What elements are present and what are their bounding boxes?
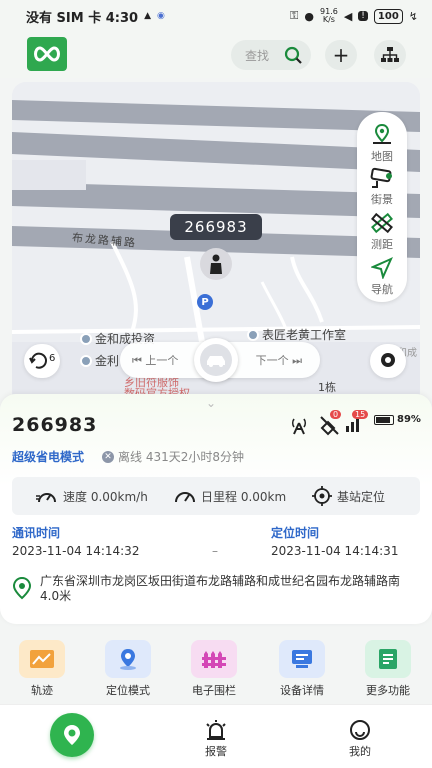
- comm-time-value: 2023-11-04 14:14:32: [12, 544, 140, 558]
- function-grid: 轨迹 定位模式 电子围栏 设备详情 更多功能: [0, 640, 432, 704]
- wifi-icon: ◀: [343, 9, 353, 23]
- device-id: 266983: [12, 414, 98, 436]
- time-separator: –: [212, 544, 218, 558]
- device-switcher: ⏮ 上一个 下一个 ⏭: [120, 338, 320, 382]
- map-pin-icon: [373, 123, 391, 144]
- gauge-icon: [175, 492, 195, 503]
- offline-status: ✕ 离线 431天2小时8分钟: [102, 448, 244, 465]
- battery-icon: [374, 414, 394, 425]
- device-marker[interactable]: [200, 248, 232, 280]
- loc-time-value: 2023-11-04 14:14:31: [271, 544, 399, 558]
- func-location-mode[interactable]: 定位模式: [88, 640, 168, 698]
- next-device-button[interactable]: 下一个 ⏭: [256, 352, 302, 368]
- app-notification-icon: ◉: [156, 11, 165, 21]
- mileage-stat: 日里程 0.00km: [174, 487, 286, 505]
- stats-bar: 速度 0.00km/h 日里程 0.00km 基站定位: [12, 477, 420, 515]
- prev-device-button[interactable]: ⏮ 上一个: [132, 352, 178, 368]
- comm-time-label: 通讯时间: [12, 526, 61, 540]
- antenna-icon: [288, 414, 310, 436]
- func-more[interactable]: 更多功能: [348, 640, 428, 698]
- ruler-icon: [371, 212, 393, 234]
- carrier-time: 没有 SIM 卡 4:30: [26, 10, 139, 26]
- poi-label: 金利: [80, 352, 119, 369]
- search-placeholder: 查找: [245, 48, 270, 63]
- address-text: 广东省深圳市龙岗区坂田街道布龙路辅路和成世纪名园布龙路辅路南4.0米: [40, 574, 401, 603]
- navigate-icon: [371, 257, 393, 279]
- plus-icon: +: [332, 43, 350, 67]
- poi-label: 1栋: [318, 381, 336, 394]
- bottom-nav: 报警 我的: [0, 704, 432, 768]
- crosshair-icon: [312, 486, 332, 506]
- top-bar: 查找 +: [0, 32, 432, 78]
- vehicle-circle: [200, 344, 232, 376]
- location-button[interactable]: [370, 344, 406, 378]
- refresh-seconds: 6: [49, 353, 56, 364]
- location-mode-icon: [105, 640, 151, 678]
- skip-back-icon: ⏮: [132, 354, 142, 367]
- speed-stat: 速度 0.00km/h: [36, 487, 148, 505]
- refresh-countdown-button[interactable]: 6: [24, 344, 60, 378]
- device-tree-button[interactable]: [374, 40, 406, 70]
- tool-measure[interactable]: 测距: [357, 212, 407, 252]
- notification-icon: ▲: [144, 11, 151, 21]
- device-info-card: ⌄ 266983 0 15 89% 超级省电模式 ✕ 离线 431天2小时8分钟: [0, 394, 432, 624]
- car-icon: [207, 356, 225, 367]
- more-icon: [365, 640, 411, 678]
- poi-pin-icon: [80, 332, 92, 345]
- vehicle-button[interactable]: [194, 338, 238, 382]
- poi-pin-icon: [247, 328, 259, 341]
- status-bar: 没有 SIM 卡 4:30 ▲ ◉ ⚿ ● 91.6 K/s ◀ ! 100 ↯: [0, 0, 432, 32]
- street-view-icon: [370, 167, 392, 188]
- device-detail-icon: [279, 640, 325, 678]
- device-tag[interactable]: 266983: [170, 214, 262, 240]
- location-dot-icon: [381, 353, 395, 367]
- address-pin-icon: [12, 576, 32, 600]
- collapse-chevron-icon[interactable]: ⌄: [206, 396, 216, 410]
- fence-icon: [191, 640, 237, 678]
- positioning-stat: 基站定位: [312, 486, 385, 506]
- location-pin-icon: [64, 725, 80, 745]
- func-track[interactable]: 轨迹: [2, 640, 82, 698]
- parking-badge: P: [197, 294, 213, 310]
- search-icon[interactable]: [283, 45, 303, 65]
- tool-navigate[interactable]: 导航: [357, 257, 407, 297]
- search-box[interactable]: 查找: [231, 40, 311, 70]
- poi-pin-icon: [80, 354, 92, 367]
- track-icon: [19, 640, 65, 678]
- smiley-icon: [350, 720, 370, 740]
- func-device-detail[interactable]: 设备详情: [262, 640, 342, 698]
- map-tools-panel: 地图 街景 测距 导航: [357, 112, 407, 302]
- address-row[interactable]: 广东省深圳市龙岗区坂田街道布龙路辅路和成世纪名园布龙路辅路南4.0米: [12, 574, 412, 604]
- skip-forward-icon: ⏭: [292, 354, 302, 367]
- infinity-icon: [34, 46, 60, 62]
- battery-indicator: 100: [373, 8, 403, 24]
- location-status-icon: ●: [304, 9, 315, 23]
- charging-icon: ↯: [408, 9, 418, 23]
- loc-time-label: 定位时间: [271, 526, 320, 540]
- key-icon: ⚿: [290, 9, 299, 22]
- func-geofence[interactable]: 电子围栏: [174, 640, 254, 698]
- network-speed: 91.6 K/s: [320, 7, 338, 24]
- alarm-icon: [206, 720, 226, 740]
- speedometer-icon: [36, 493, 56, 503]
- device-battery: 89%: [374, 414, 421, 425]
- alert-icon: !: [358, 11, 368, 21]
- satellite-badge: 0: [330, 410, 342, 419]
- cell-badge: 15: [352, 410, 369, 419]
- poi-label: 表匠老黄工作室: [247, 326, 346, 343]
- tab-mine[interactable]: 我的: [330, 719, 390, 759]
- satellite-status-icon: 0: [318, 410, 342, 436]
- tab-alarm[interactable]: 报警: [186, 719, 246, 759]
- cell-signal-icon: 15: [346, 410, 369, 432]
- add-button[interactable]: +: [325, 40, 357, 70]
- tool-street-view[interactable]: 街景: [357, 167, 407, 207]
- person-icon: [210, 254, 222, 274]
- offline-x-icon: ✕: [102, 450, 114, 463]
- map-view[interactable]: 布龙路辅路 266983 P 金和成投资 表匠老黄工作室 金利 乡旧符服饰 数码…: [12, 82, 420, 400]
- app-logo: [27, 37, 67, 71]
- power-mode: 超级省电模式: [12, 450, 85, 464]
- hierarchy-icon: [381, 47, 399, 62]
- tab-map-home[interactable]: [50, 713, 94, 757]
- tool-map[interactable]: 地图: [357, 122, 407, 164]
